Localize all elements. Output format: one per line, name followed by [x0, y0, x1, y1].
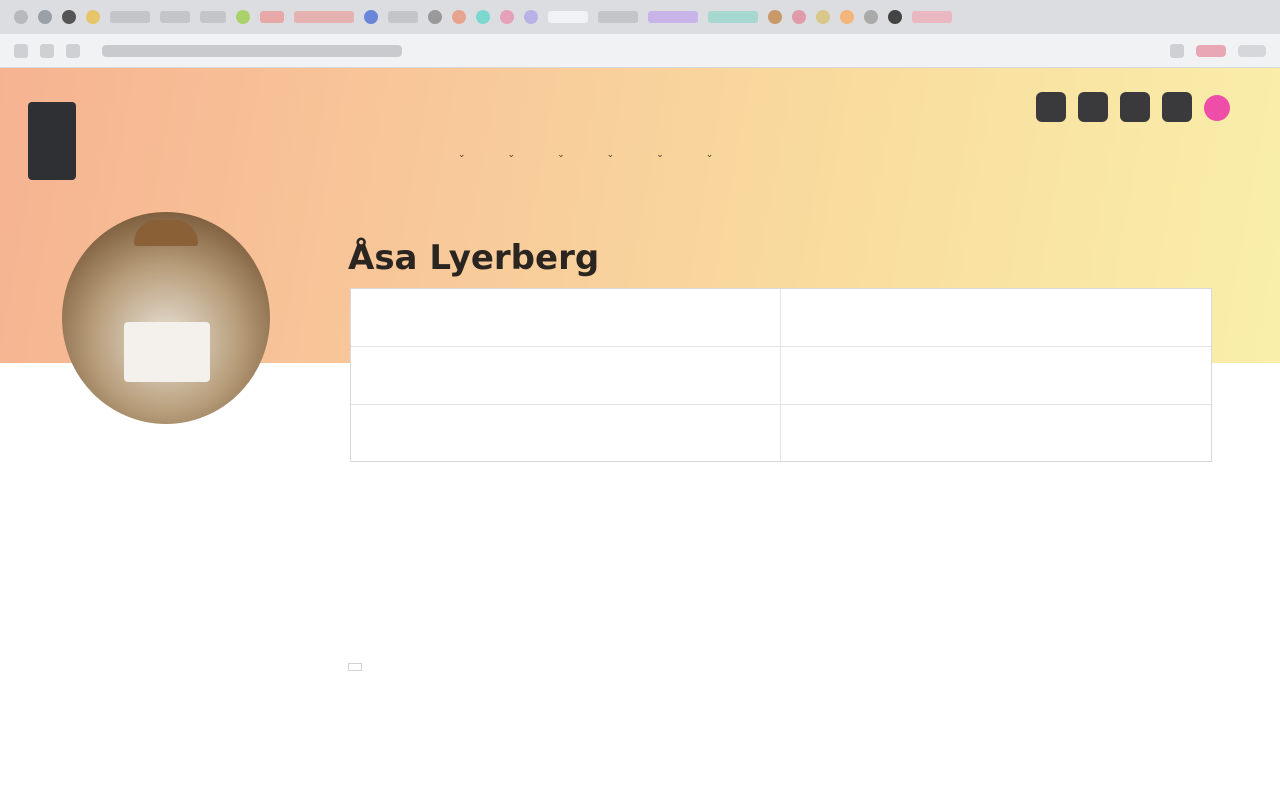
instagram-icon[interactable] — [1078, 92, 1108, 122]
chevron-down-icon: ⌄ — [606, 149, 615, 159]
nav-item-4[interactable]: ⌄ — [603, 148, 615, 160]
person-name: Åsa Lyerberg — [348, 238, 600, 278]
back-icon[interactable] — [14, 43, 28, 58]
browser-tab[interactable] — [260, 11, 284, 23]
browser-tab-strip — [0, 0, 1280, 34]
browser-tab[interactable] — [816, 10, 830, 24]
info-cell — [351, 347, 781, 405]
browser-tab-active[interactable] — [548, 11, 588, 23]
chevron-down-icon: ⌄ — [507, 149, 516, 159]
institution-logo[interactable] — [28, 102, 76, 180]
youtube-icon[interactable] — [1120, 92, 1150, 122]
tag-badge[interactable] — [348, 663, 362, 671]
bookmark-star-icon[interactable] — [1170, 43, 1184, 58]
browser-tab[interactable] — [452, 10, 466, 24]
social-links — [1036, 92, 1230, 122]
profile-photo — [62, 212, 270, 424]
nav-item-3[interactable]: ⌄ — [553, 148, 565, 160]
browser-tab[interactable] — [428, 10, 442, 24]
nav-item-1[interactable]: ⌄ — [454, 148, 466, 160]
main-nav: ⌄ ⌄ ⌄ ⌄ ⌄ ⌄ — [454, 148, 713, 160]
browser-tab[interactable] — [648, 11, 698, 23]
forward-icon[interactable] — [40, 43, 54, 58]
browser-tab[interactable] — [236, 10, 250, 24]
browser-tab[interactable] — [38, 10, 52, 24]
reload-icon[interactable] — [66, 43, 80, 58]
browser-tab[interactable] — [864, 10, 878, 24]
browser-tab[interactable] — [200, 11, 226, 23]
browser-toolbar — [0, 34, 1280, 68]
browser-tab[interactable] — [524, 10, 538, 24]
section-3 — [348, 636, 362, 676]
info-cell — [781, 347, 1211, 405]
chevron-down-icon: ⌄ — [705, 149, 714, 159]
profile-button[interactable] — [1238, 44, 1266, 57]
info-cell — [781, 289, 1211, 347]
nav-item-2[interactable]: ⌄ — [504, 148, 516, 160]
facebook-icon[interactable] — [1036, 92, 1066, 122]
browser-tab[interactable] — [476, 10, 490, 24]
chevron-down-icon: ⌄ — [557, 149, 565, 159]
browser-tab[interactable] — [14, 10, 28, 24]
browser-tab[interactable] — [110, 11, 150, 23]
nav-item-5[interactable]: ⌄ — [652, 148, 664, 160]
browser-tab[interactable] — [598, 11, 638, 23]
contact-info-table — [350, 288, 1212, 463]
browser-tab[interactable] — [500, 10, 514, 24]
address-bar[interactable] — [102, 44, 402, 57]
browser-tab[interactable] — [708, 11, 758, 23]
chevron-down-icon: ⌄ — [458, 149, 466, 159]
browser-tab[interactable] — [62, 10, 76, 24]
browser-tab[interactable] — [294, 11, 354, 23]
browser-tab[interactable] — [160, 11, 190, 23]
browser-tab[interactable] — [912, 11, 952, 23]
browser-tab[interactable] — [364, 10, 378, 24]
extension-badge[interactable] — [1196, 44, 1226, 57]
info-cell — [781, 405, 1211, 463]
info-cell — [351, 405, 781, 463]
browser-tab[interactable] — [86, 10, 100, 24]
info-cell — [351, 289, 781, 347]
nav-item-6[interactable]: ⌄ — [702, 148, 714, 160]
linkedin-icon[interactable] — [1162, 92, 1192, 122]
browser-tab[interactable] — [768, 10, 782, 24]
browser-tab[interactable] — [840, 10, 854, 24]
chevron-down-icon: ⌄ — [656, 149, 664, 159]
flickr-icon[interactable] — [1204, 95, 1230, 121]
browser-tab[interactable] — [888, 10, 902, 24]
browser-tab[interactable] — [388, 11, 418, 23]
browser-tab[interactable] — [792, 10, 806, 24]
